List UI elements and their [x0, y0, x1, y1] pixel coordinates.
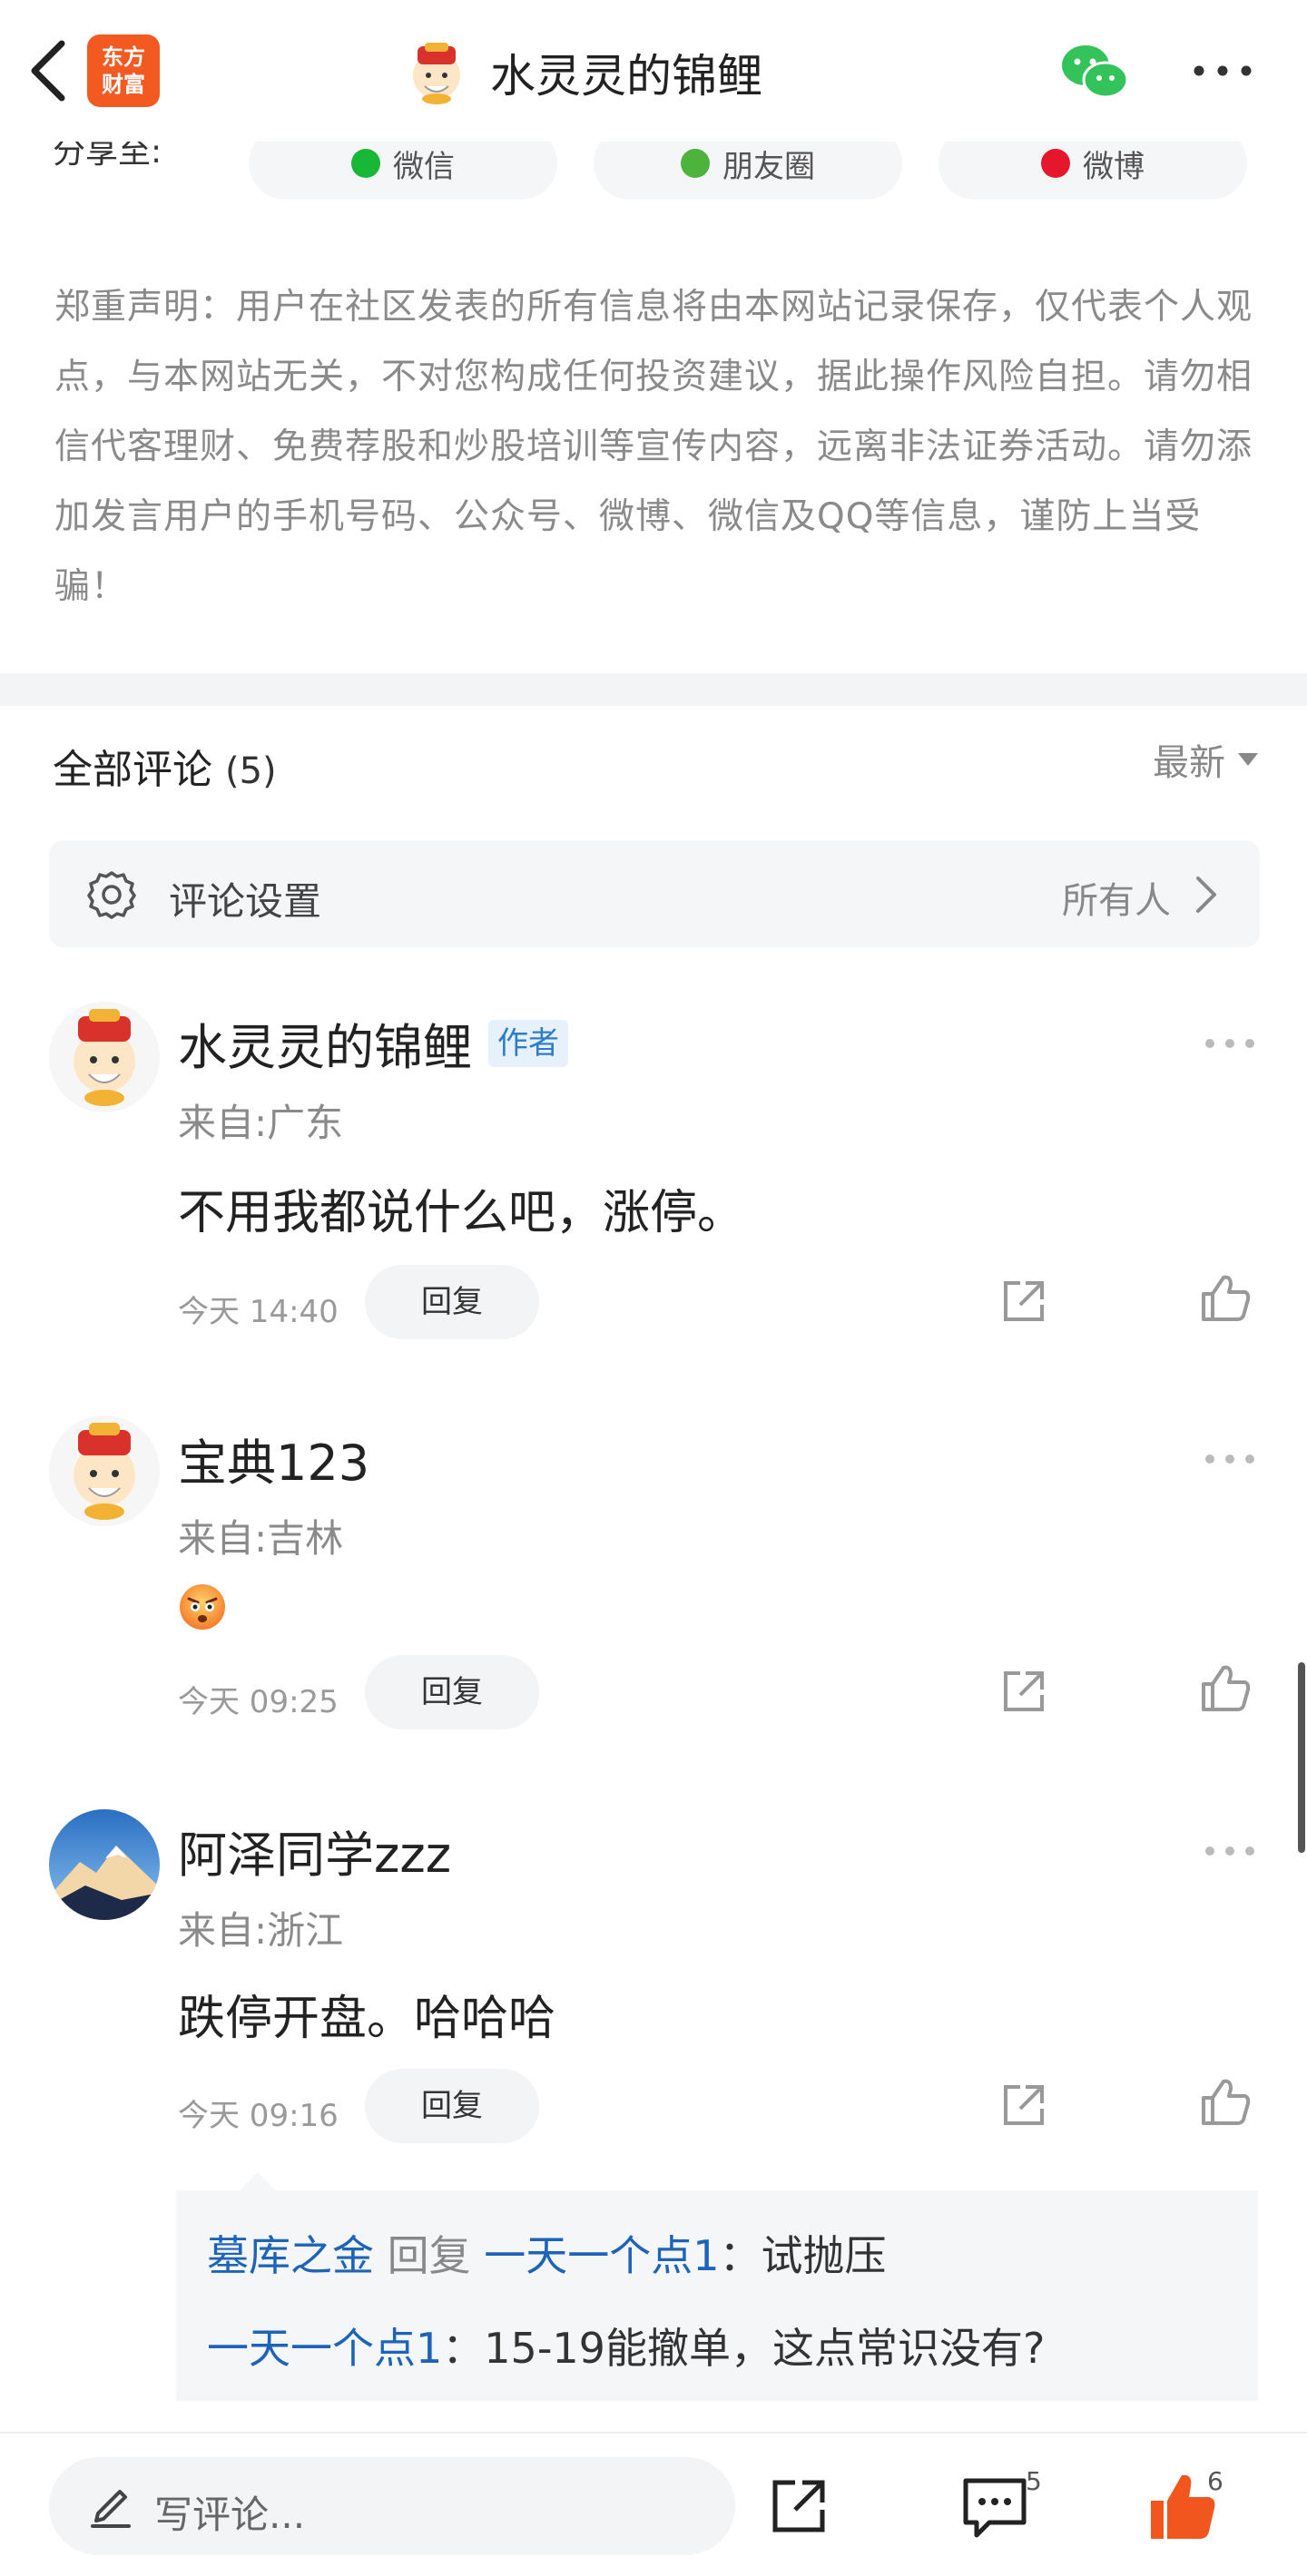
like-thumb-icon[interactable] — [1198, 1272, 1253, 1323]
write-comment-placeholder: 写评论... — [154, 2493, 306, 2537]
sub-reply-item[interactable]: 墓库之金 回复 一天一个点1：试抛压 — [207, 2223, 887, 2283]
more-dots-icon[interactable] — [1204, 1452, 1256, 1466]
reply-button[interactable]: 回复 — [365, 2069, 539, 2143]
back-arrow-icon[interactable] — [24, 34, 74, 107]
comment-author: 水灵灵的锦鲤 作者 — [178, 1007, 568, 1079]
wechat-share-icon[interactable] — [1060, 42, 1129, 102]
reply-verb: 回复 — [387, 2231, 471, 2280]
weibo-icon — [1041, 149, 1070, 178]
sub-reply-item[interactable]: 一天一个点1：15-19能撤单，这点常识没有? — [207, 2316, 1045, 2375]
caishen-avatar-icon — [49, 1002, 160, 1112]
page-title: 水灵灵的锦鲤 — [490, 50, 762, 103]
reply-button[interactable]: 回复 — [365, 1655, 539, 1729]
author-badge: 作者 — [488, 1019, 568, 1067]
author-name[interactable]: 阿泽同学zzz — [178, 1815, 451, 1886]
reply-text: ：15-19能撤单，这点常识没有? — [442, 2324, 1046, 2373]
like-count-badge: 6 — [1207, 2466, 1223, 2496]
pen-icon — [91, 2490, 131, 2528]
reply-from-user[interactable]: 墓库之金 — [207, 2231, 374, 2280]
avatar[interactable] — [49, 1415, 160, 1526]
comments-title: 全部评论 — [53, 747, 212, 793]
comments-header: 全部评论 (5) — [53, 737, 277, 795]
chevron-right-icon — [1196, 877, 1216, 913]
share-icon[interactable] — [998, 1666, 1049, 1717]
comment-bubble-icon[interactable] — [958, 2473, 1031, 2541]
caret-down-icon — [1238, 753, 1258, 766]
comment-text: 不用我都说什么吧，涨停。 — [178, 1186, 745, 1240]
more-options-icon[interactable] — [1191, 54, 1254, 87]
reply-to-user[interactable]: 一天一个点1 — [484, 2231, 719, 2280]
reply-button[interactable]: 回复 — [365, 1265, 539, 1339]
avatar[interactable] — [49, 1809, 160, 1920]
reply-box-caret — [240, 2172, 276, 2190]
angry-face-emoji-icon — [180, 1584, 225, 1630]
moments-icon — [681, 149, 710, 178]
comment-time: 今天 14:40 — [178, 1294, 339, 1330]
gear-icon — [87, 871, 136, 919]
caishen-avatar-icon — [49, 1415, 160, 1526]
settings-value: 所有人 — [1062, 880, 1171, 922]
title-area: 水灵灵的锦鲤 — [405, 34, 762, 111]
like-thumb-icon[interactable] — [1198, 1662, 1253, 1713]
share-weibo-label: 微博 — [1083, 148, 1145, 185]
author-avatar-icon — [413, 43, 460, 104]
disclaimer-text: 郑重声明：用户在社区发表的所有信息将由本网站记录保存，仅代表个人观点，与本网站无… — [54, 287, 1253, 607]
comment-author: 宝典123 — [178, 1423, 369, 1494]
reply-from-user[interactable]: 一天一个点1 — [207, 2324, 442, 2373]
settings-label: 评论设置 — [169, 879, 322, 924]
eastmoney-logo[interactable]: 东方财富 — [87, 34, 160, 107]
brand-logo-text: 东方财富 — [102, 44, 145, 97]
comment-location: 来自:广东 — [178, 1101, 344, 1145]
comment-author: 阿泽同学zzz — [178, 1815, 451, 1886]
comment-time: 今天 09:25 — [178, 1684, 339, 1720]
comment-time: 今天 09:16 — [178, 2098, 339, 2134]
bottom-action-bar: 写评论... 5 6 — [0, 2432, 1307, 2576]
more-dots-icon[interactable] — [1204, 1036, 1256, 1051]
share-icon[interactable] — [998, 2080, 1049, 2130]
comment-location: 来自:吉林 — [178, 1516, 344, 1561]
author-name[interactable]: 宝典123 — [178, 1423, 369, 1494]
share-icon[interactable] — [998, 1276, 1049, 1327]
sub-replies-box: 墓库之金 回复 一天一个点1：试抛压 一天一个点1：15-19能撤单，这点常识没… — [176, 2172, 1258, 2401]
comments-count: (5) — [225, 750, 277, 792]
mountain-avatar-icon — [49, 1809, 160, 1920]
share-wechat-label: 微信 — [393, 148, 455, 185]
wechat-icon — [351, 149, 380, 178]
comment-text: 跌停开盘。哈哈哈 — [178, 1992, 556, 2046]
comment-location: 来自:浙江 — [178, 1908, 344, 1953]
reply-text: ：试抛压 — [719, 2231, 887, 2280]
share-moments-label: 朋友圈 — [722, 148, 815, 185]
section-divider — [0, 673, 1307, 706]
comment-settings-row[interactable]: 评论设置 所有人 — [49, 840, 1260, 947]
like-thumb-icon[interactable] — [1198, 2076, 1253, 2127]
author-name[interactable]: 水灵灵的锦鲤 — [178, 1007, 472, 1079]
top-nav-bar: 东方财富 水灵灵的锦鲤 — [0, 0, 1307, 142]
more-dots-icon[interactable] — [1204, 1844, 1256, 1858]
scrollbar[interactable] — [1298, 1662, 1305, 1853]
sort-label: 最新 — [1153, 742, 1225, 784]
avatar[interactable] — [49, 1002, 160, 1112]
share-icon[interactable] — [768, 2473, 831, 2537]
write-comment-input[interactable]: 写评论... — [49, 2457, 735, 2555]
sort-dropdown[interactable]: 最新 — [1153, 733, 1258, 786]
comment-count-badge: 5 — [1026, 2466, 1042, 2496]
